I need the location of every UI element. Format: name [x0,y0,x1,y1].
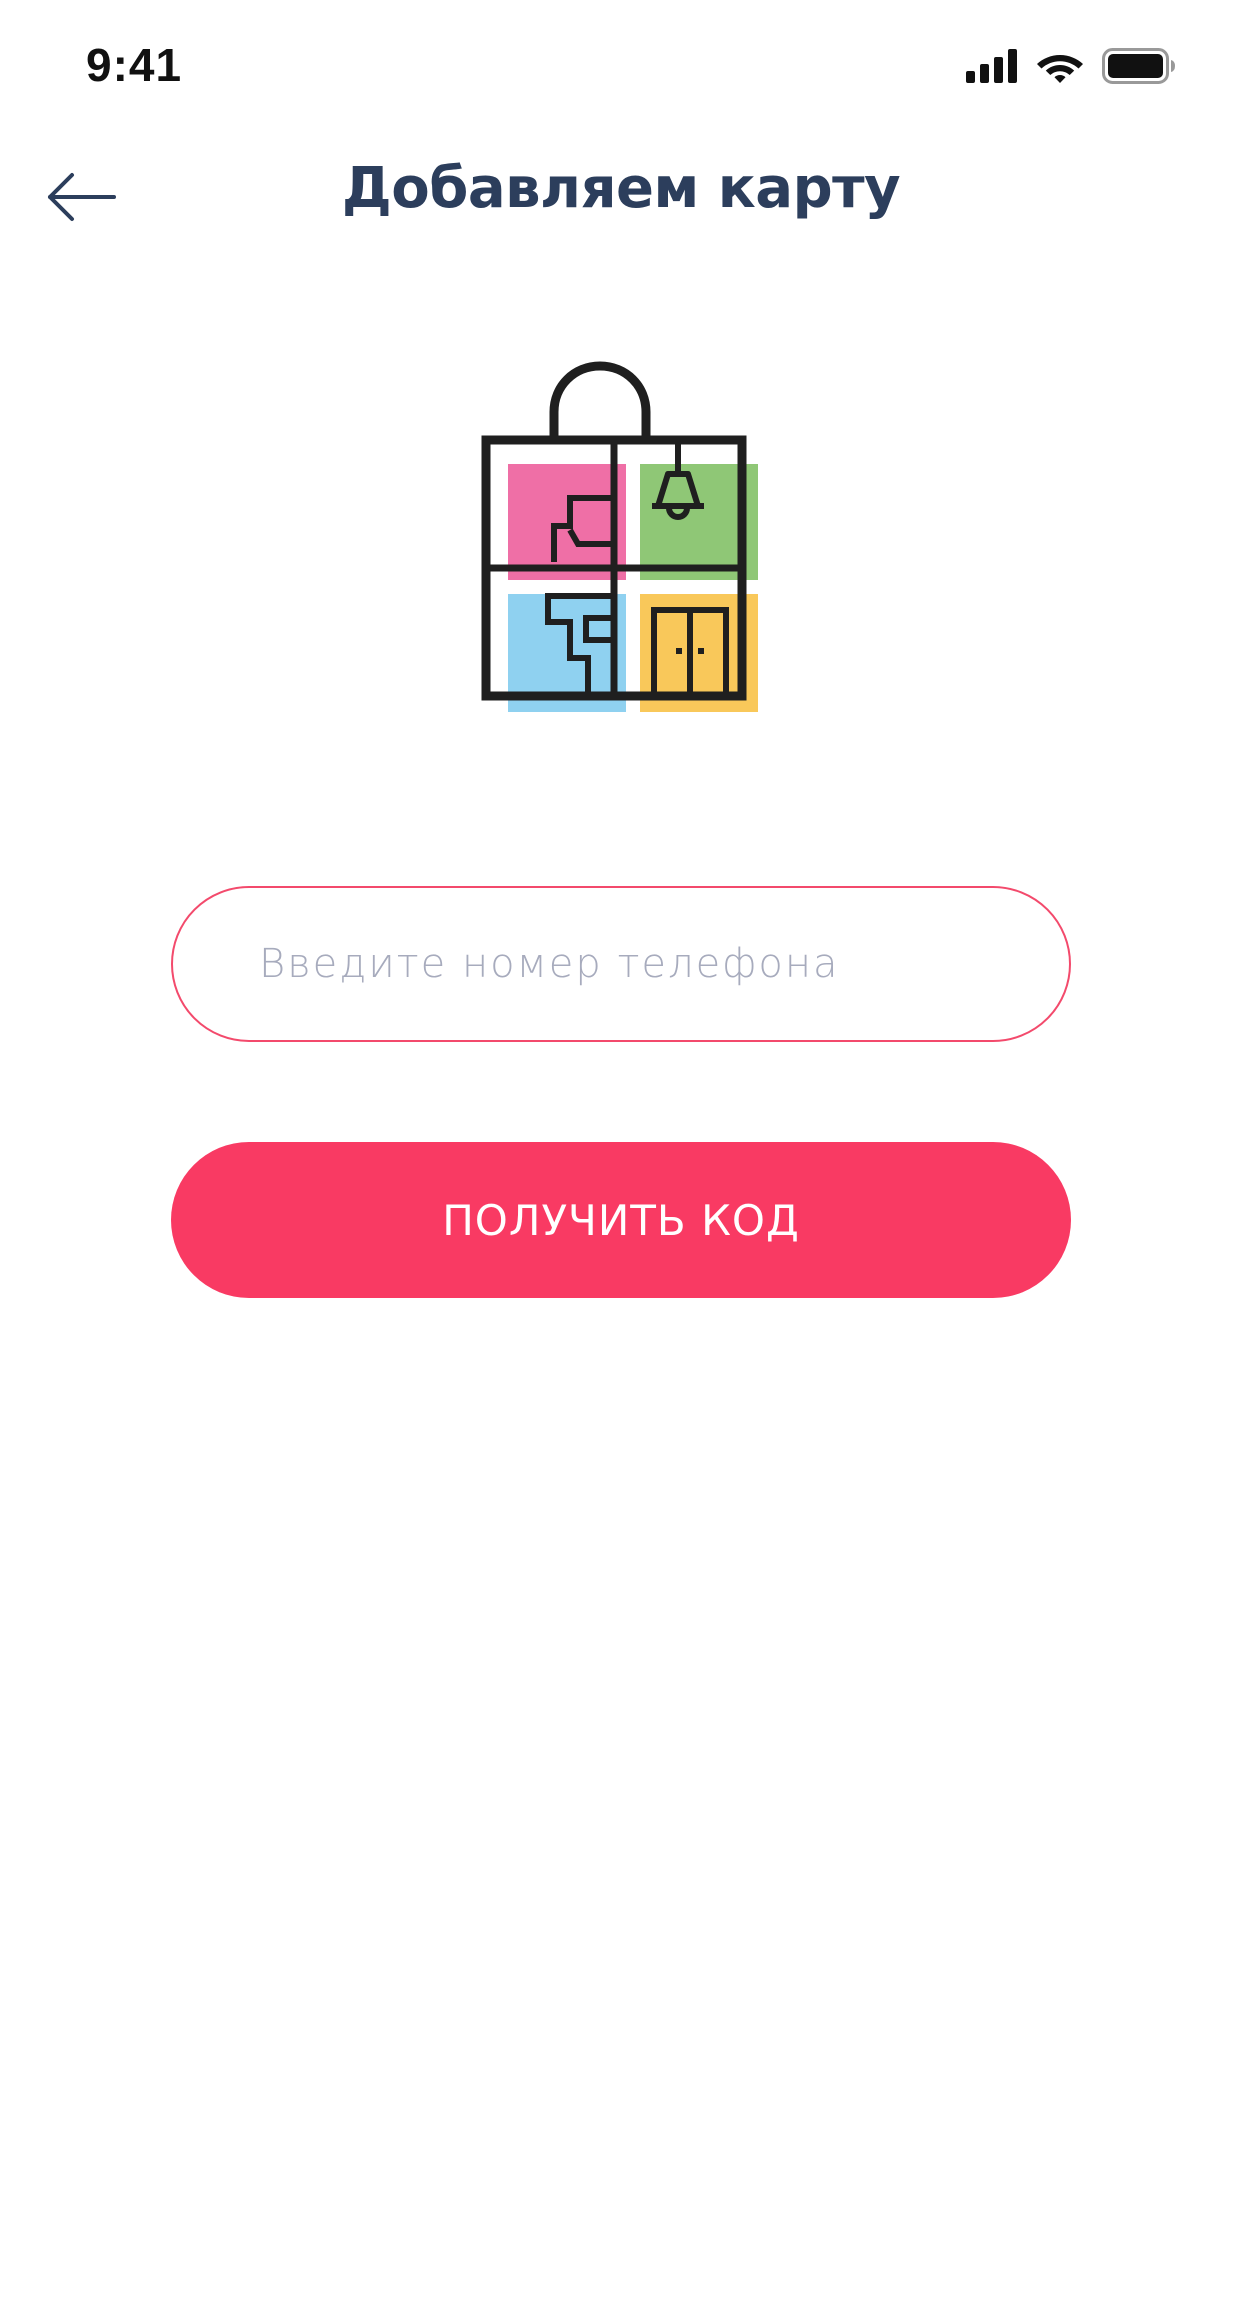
page-title: Добавляем карту [341,156,901,221]
get-code-button[interactable]: ПОЛУЧИТЬ КОД [171,1142,1071,1298]
status-icons [966,46,1176,86]
wifi-icon [1037,55,1083,83]
header: Добавляем карту [0,132,1242,262]
shopping-bag-house-logo [478,348,764,718]
status-bar: 9:41 [0,0,1242,132]
phone-input[interactable] [259,888,1019,1040]
status-time: 9:41 [86,39,183,91]
phone-field[interactable] [171,886,1071,1042]
battery-icon [1102,48,1175,84]
signal-icon [966,49,1017,83]
